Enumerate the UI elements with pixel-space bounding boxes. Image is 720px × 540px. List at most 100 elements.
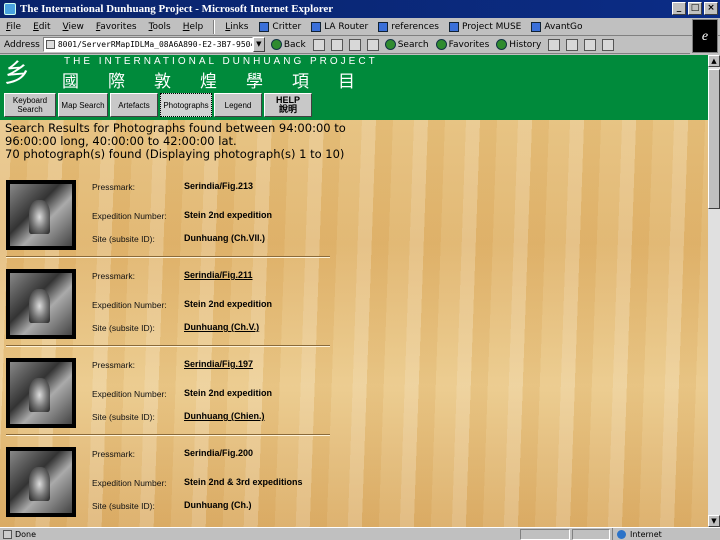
photo-thumbnail[interactable] bbox=[6, 447, 76, 517]
zone-label: Internet bbox=[630, 530, 662, 539]
link-la-router[interactable]: LA Router bbox=[306, 21, 373, 32]
idp-logo: 乡 bbox=[4, 59, 31, 89]
link-avantgo-label: AvantGo bbox=[544, 21, 583, 32]
status-text: Done bbox=[15, 529, 37, 539]
title-bar: The International Dunhuang Project - Mic… bbox=[0, 0, 720, 18]
link-icon bbox=[311, 21, 322, 32]
address-label: Address bbox=[4, 39, 40, 50]
map-search-button[interactable]: Map Search bbox=[58, 93, 108, 117]
link-avantgo[interactable]: AvantGo bbox=[526, 21, 587, 32]
pressmark-link[interactable]: Serindia/Fig.211 bbox=[184, 270, 253, 280]
menu-favorites[interactable]: Favorites bbox=[90, 22, 143, 32]
history-label: History bbox=[509, 39, 542, 50]
expedition-value: Stein 2nd expedition bbox=[184, 299, 273, 309]
back-label: Back bbox=[283, 39, 306, 50]
page-icon bbox=[45, 40, 55, 49]
link-icon bbox=[531, 21, 542, 32]
menu-file[interactable]: File bbox=[0, 22, 27, 32]
status-cell bbox=[572, 529, 610, 540]
favorites-button[interactable]: Favorites bbox=[435, 39, 490, 50]
scroll-up-icon[interactable]: ▲ bbox=[708, 55, 720, 67]
photo-thumbnail[interactable] bbox=[6, 180, 76, 250]
links-label: Links bbox=[225, 21, 249, 32]
link-critter-label: Critter bbox=[272, 21, 302, 32]
menu-tools[interactable]: Tools bbox=[143, 22, 177, 32]
pressmark-label: Pressmark: bbox=[92, 182, 135, 192]
forward-icon[interactable] bbox=[312, 38, 325, 51]
address-dropdown-button[interactable]: ▼ bbox=[252, 37, 265, 52]
mail-icon[interactable] bbox=[548, 38, 561, 51]
discuss-icon[interactable] bbox=[602, 38, 615, 51]
photo-entry: Pressmark: Serindia/Fig.211 Expedition N… bbox=[0, 267, 330, 355]
stop-icon[interactable] bbox=[330, 38, 343, 51]
link-references[interactable]: references bbox=[373, 21, 444, 32]
site-label: Site (subsite ID): bbox=[92, 412, 155, 422]
pressmark-link[interactable]: Serindia/Fig.197 bbox=[184, 359, 253, 369]
scroll-down-icon[interactable]: ▼ bbox=[708, 515, 720, 527]
search-button[interactable]: Search bbox=[384, 39, 429, 50]
print-icon[interactable] bbox=[566, 38, 579, 51]
vertical-scrollbar[interactable]: ▲ ▼ bbox=[708, 55, 720, 527]
artefacts-button[interactable]: Artefacts bbox=[110, 93, 158, 117]
site-label: Site (subsite ID): bbox=[92, 323, 155, 333]
site-value: Dunhuang (Ch.VII.) bbox=[184, 233, 265, 243]
results-summary: Search Results for Photographs found bet… bbox=[5, 122, 405, 161]
photo-image bbox=[10, 362, 72, 424]
edit-icon[interactable] bbox=[584, 38, 597, 51]
status-bar: Done Internet bbox=[0, 527, 720, 540]
link-references-label: references bbox=[391, 21, 439, 32]
favorites-label: Favorites bbox=[448, 39, 490, 50]
link-la-router-label: LA Router bbox=[324, 21, 369, 32]
legend-button[interactable]: Legend bbox=[214, 93, 262, 117]
site-label: Site (subsite ID): bbox=[92, 234, 155, 244]
refresh-icon[interactable] bbox=[348, 38, 361, 51]
banner-chinese-title: 國際敦煌學項目 bbox=[62, 72, 384, 92]
address-bar: Address 8001/ServerRMapIDLMa_08A6A890-E2… bbox=[0, 36, 690, 54]
help-button[interactable]: HELP 說明 bbox=[264, 93, 312, 117]
entry-divider bbox=[6, 256, 330, 258]
site-value: Dunhuang (Ch.) bbox=[184, 500, 252, 510]
history-icon bbox=[496, 39, 508, 50]
expedition-value: Stein 2nd & 3rd expeditions bbox=[184, 477, 303, 487]
search-label: Search bbox=[397, 39, 429, 50]
site-link[interactable]: Dunhuang (Ch.V.) bbox=[184, 322, 259, 332]
link-project-muse[interactable]: Project MUSE bbox=[444, 21, 526, 32]
address-input[interactable]: 8001/ServerRMapIDLMa_08A6A890-E2-3B7-950… bbox=[42, 37, 253, 52]
security-zone: Internet bbox=[612, 528, 720, 540]
back-button[interactable]: Back bbox=[270, 39, 306, 50]
pressmark-label: Pressmark: bbox=[92, 360, 135, 370]
expedition-label: Expedition Number: bbox=[92, 389, 167, 399]
scroll-thumb[interactable] bbox=[708, 69, 720, 209]
link-critter[interactable]: Critter bbox=[254, 21, 306, 32]
photo-thumbnail[interactable] bbox=[6, 269, 76, 339]
pressmark-label: Pressmark: bbox=[92, 449, 135, 459]
expedition-value: Stein 2nd expedition bbox=[184, 210, 273, 220]
pressmark-label: Pressmark: bbox=[92, 271, 135, 281]
link-icon bbox=[259, 21, 270, 32]
window-title: The International Dunhuang Project - Mic… bbox=[20, 3, 334, 15]
site-link[interactable]: Dunhuang (Chien.) bbox=[184, 411, 265, 421]
search-icon bbox=[384, 39, 396, 50]
expedition-label: Expedition Number: bbox=[92, 300, 167, 310]
page-viewport: 乡 THE INTERNATIONAL DUNHUANG PROJECT 國際敦… bbox=[0, 55, 708, 527]
minimize-button[interactable]: _ bbox=[672, 2, 686, 15]
photo-thumbnail[interactable] bbox=[6, 358, 76, 428]
menu-separator bbox=[213, 19, 216, 34]
photographs-button[interactable]: Photographs bbox=[160, 93, 212, 117]
site-label: Site (subsite ID): bbox=[92, 501, 155, 511]
window-controls: _ □ × bbox=[672, 2, 718, 15]
page-done-icon bbox=[3, 529, 12, 539]
menu-edit[interactable]: Edit bbox=[27, 22, 56, 32]
back-arrow-icon bbox=[270, 39, 282, 50]
close-button[interactable]: × bbox=[704, 2, 718, 15]
history-button[interactable]: History bbox=[496, 39, 541, 50]
menu-view[interactable]: View bbox=[57, 22, 90, 32]
favorites-icon bbox=[435, 39, 447, 50]
keyboard-search-button[interactable]: Keyboard Search bbox=[4, 93, 56, 117]
maximize-button[interactable]: □ bbox=[688, 2, 702, 15]
globe-icon bbox=[617, 530, 626, 539]
menu-help[interactable]: Help bbox=[177, 22, 210, 32]
address-value: 8001/ServerRMapIDLMa_08A6A890-E2-3B7-950… bbox=[57, 40, 253, 49]
photo-image bbox=[10, 184, 72, 246]
home-icon[interactable] bbox=[366, 38, 379, 51]
